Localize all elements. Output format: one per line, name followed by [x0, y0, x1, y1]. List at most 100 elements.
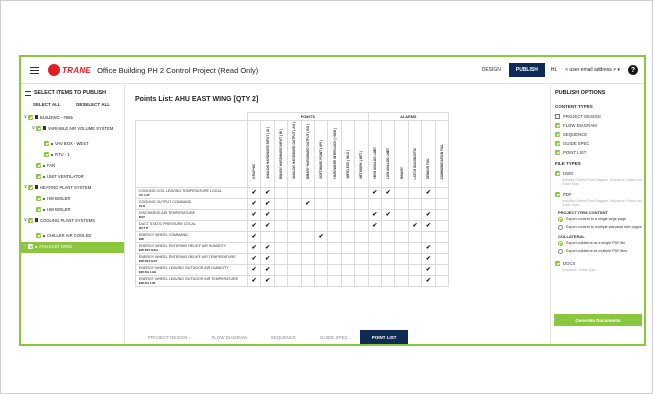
content-type-checkbox[interactable]	[555, 141, 560, 146]
radio-option[interactable]: Export collateral as a single PDF file	[551, 241, 644, 249]
content-type-row[interactable]: GUIDE SPEC	[551, 139, 644, 148]
design-tab[interactable]: DESIGN	[482, 67, 501, 73]
publish-tab[interactable]: PUBLISH	[508, 63, 545, 77]
content-type-checkbox[interactable]	[555, 123, 560, 128]
point-cell	[260, 231, 275, 243]
content-type-checkbox[interactable]	[555, 150, 560, 155]
pdf-checkbox[interactable]	[555, 192, 560, 197]
tree-item[interactable]: UNIT VENTILATOR	[21, 172, 124, 183]
content-tab[interactable]: POINT LIST	[359, 330, 409, 344]
point-cell	[300, 187, 315, 199]
point-cell: ✔	[380, 209, 396, 221]
alarms-group-header: ALARMS	[367, 112, 449, 121]
content-type-checkbox[interactable]	[555, 132, 560, 137]
content-type-row[interactable]: POINT LIST	[551, 148, 644, 157]
point-cell	[327, 187, 342, 199]
content-type-row[interactable]: PROJECT DESIGN	[551, 112, 644, 121]
column-header-label: LOW ANALOG LIMIT	[386, 147, 391, 179]
content-type-checkbox[interactable]	[555, 114, 560, 119]
point-cell: ✔	[246, 220, 262, 232]
tree-item-checkbox[interactable]	[36, 207, 41, 212]
tree-item-checkbox[interactable]	[44, 141, 49, 146]
list-collapse-icon[interactable]	[25, 90, 31, 96]
docx-checkbox-row[interactable]: DOCX	[551, 259, 644, 268]
radio-button[interactable]	[558, 217, 563, 222]
tree-item[interactable]: ∨ BUILDING - #565	[21, 113, 124, 124]
point-cell: ✔	[260, 242, 275, 254]
user-email-dropdown[interactable]: < user email address > ▾	[565, 67, 620, 73]
content-type-label: GUIDE SPEC	[563, 141, 590, 146]
content-tab[interactable]: PROJECT DESIGN	[136, 330, 199, 344]
point-cell	[313, 220, 329, 232]
point-cell	[327, 264, 342, 276]
pdf-checkbox-row[interactable]: PDF	[551, 190, 644, 199]
point-name-cell: COOLING OUTPUT COMMAND CLG	[135, 198, 248, 210]
tree-item[interactable]: FAN	[21, 161, 124, 172]
column-header-label: ANALOG HARDWARE OUTPUT ( AO )	[292, 122, 297, 179]
point-cell: ✔	[367, 187, 383, 199]
check-icon: ✔	[265, 267, 271, 273]
tree-item-checkbox[interactable]	[36, 233, 41, 238]
content-types-heading: CONTENT TYPES	[555, 104, 593, 109]
tree-item-checkbox[interactable]	[36, 126, 41, 131]
name-column-header	[135, 120, 248, 188]
column-header-label: LATCH DIAGNOSTIC	[412, 147, 417, 179]
deselect-all-button[interactable]: DESELECT ALL	[76, 102, 110, 107]
tree-item-checkbox[interactable]	[28, 244, 33, 249]
tree-item-checkbox[interactable]	[44, 152, 49, 157]
tree-item[interactable]: HW BOILER	[21, 194, 124, 205]
tree-item[interactable]: ∨ COOLING PLANT SYSTEMS	[21, 216, 124, 231]
check-icon: ✔	[425, 223, 431, 229]
generate-documents-button[interactable]: Generate Documents	[554, 314, 642, 326]
tree-item-checkbox[interactable]	[28, 185, 33, 190]
item-tree: ∨ BUILDING - #565 ∨ VARIABLE AIR VOLUME SYS…	[21, 113, 124, 253]
tree-item-checkbox[interactable]	[36, 163, 41, 168]
tree-item[interactable]: CHILLER AIR COOLED	[21, 231, 124, 242]
tree-item-checkbox[interactable]	[28, 115, 33, 120]
point-cell	[407, 264, 423, 276]
radio-option[interactable]: Export content to a single large page	[551, 217, 644, 225]
content-tab[interactable]: FLOW DIAGRAM	[199, 330, 258, 344]
point-cell	[340, 264, 356, 276]
tree-item-label: CHILLER AIR COOLED	[47, 233, 92, 238]
content-types-list: PROJECT DESIGN FLOW DIAGRAM SEQUENCE GUIDE …	[551, 112, 644, 157]
radio-option[interactable]: Export content to multiple standard size…	[551, 225, 644, 233]
content-tab[interactable]: SEQUENCE	[259, 330, 308, 344]
radio-button[interactable]	[558, 225, 563, 230]
brand-logo: TRANE	[48, 64, 91, 76]
tree-item-checkbox[interactable]	[28, 218, 33, 223]
tree-item-checkbox[interactable]	[36, 196, 41, 201]
point-cell: ✔	[246, 264, 262, 276]
column-header: SOFTWARE POINT ( API )	[313, 120, 329, 188]
tree-item[interactable]: ∨ HEATING PLANT SYSTEM	[21, 183, 124, 194]
point-cell: ✔	[421, 209, 436, 221]
tree-item-checkbox[interactable]	[36, 174, 41, 179]
content-type-row[interactable]: FLOW DIAGRAM	[551, 121, 644, 130]
point-cell	[354, 242, 369, 254]
tree-item[interactable]: VAV BOX - WEST	[21, 139, 124, 150]
content-tab[interactable]: GUIDE SPEC	[308, 330, 360, 344]
docx-checkbox[interactable]	[555, 261, 560, 266]
point-code: EW OA LAH	[139, 270, 157, 274]
tree-item[interactable]: HW BOILER	[21, 205, 124, 216]
content-type-row[interactable]: SEQUENCE	[551, 130, 644, 139]
radio-option[interactable]: Export collateral as multiple PDF files	[551, 249, 644, 257]
dwg-checkbox[interactable]	[555, 171, 560, 176]
language-selector[interactable]: HL	[551, 67, 557, 73]
point-cell: ✔	[421, 220, 436, 232]
docx-label: DOCX	[563, 261, 576, 266]
radio-button[interactable]	[558, 241, 563, 246]
help-icon[interactable]: ?	[628, 65, 638, 75]
column-header: GRAPHIC	[246, 120, 262, 188]
dwg-checkbox-row[interactable]: DWG	[551, 169, 644, 178]
point-cell	[434, 220, 449, 232]
tree-item[interactable]: › AHU EAST WING	[21, 242, 124, 253]
radio-button[interactable]	[558, 249, 563, 254]
tree-item[interactable]: RTU - 1	[21, 150, 124, 161]
select-all-button[interactable]: SELECT ALL	[33, 102, 61, 107]
point-cell	[273, 220, 289, 232]
tree-item[interactable]: ∨ VARIABLE AIR VOLUME SYSTEM	[21, 124, 124, 139]
point-cell	[340, 220, 356, 232]
tree-item-label: HEATING PLANT SYSTEM	[40, 185, 92, 190]
hamburger-menu-icon[interactable]	[30, 66, 39, 74]
